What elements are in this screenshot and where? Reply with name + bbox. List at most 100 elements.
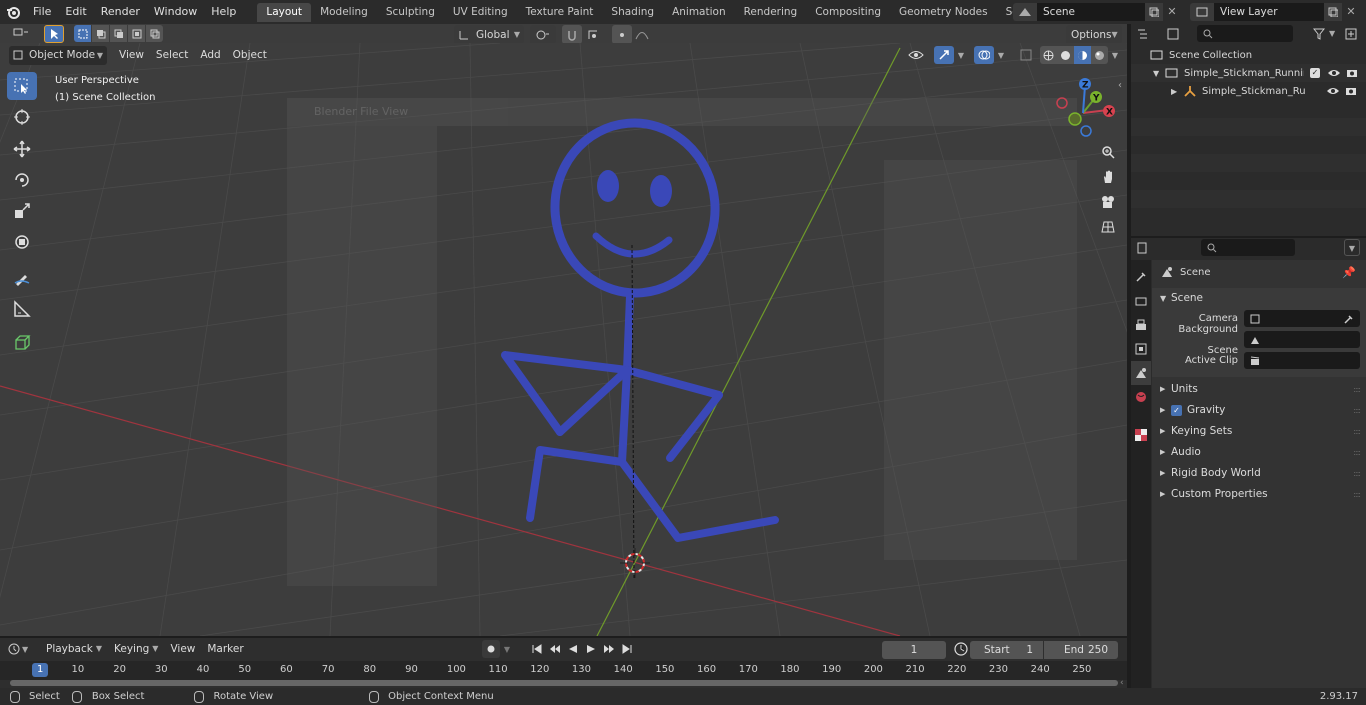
viewport-menu-select[interactable]: Select bbox=[150, 46, 194, 64]
tab-modeling[interactable]: Modeling bbox=[311, 3, 377, 22]
eye-icon[interactable] bbox=[1326, 86, 1340, 96]
chevron-down-icon[interactable]: ▼ bbox=[954, 51, 968, 60]
start-frame-field[interactable]: Start 1 bbox=[970, 641, 1043, 659]
timeline-editor-type-icon[interactable]: ▼ bbox=[8, 643, 36, 655]
gravity-checkbox[interactable]: ✓ bbox=[1171, 405, 1182, 416]
gravity-panel[interactable]: ▶ ✓ Gravity :::: bbox=[1152, 400, 1366, 421]
timeline-ruler[interactable]: 1 10 20 30 40 50 60 70 80 90 100 110 120 130 140 150 160… bbox=[0, 661, 1127, 680]
clock-icon[interactable] bbox=[954, 642, 968, 656]
gizmo-toggle-icon[interactable] bbox=[934, 46, 954, 64]
scene-copy-icon[interactable] bbox=[1145, 3, 1163, 21]
outliner-row[interactable]: ▼ Simple_Stickman_Running_Pc ✓ bbox=[1131, 64, 1366, 82]
shading-wireframe-icon[interactable] bbox=[1040, 46, 1057, 64]
tab-shading[interactable]: Shading bbox=[602, 3, 663, 22]
scene-name-field[interactable]: Scene bbox=[1037, 3, 1145, 21]
play-icon[interactable] bbox=[582, 640, 600, 658]
record-icon[interactable] bbox=[482, 640, 500, 658]
timeline-scrollbar[interactable] bbox=[10, 680, 1118, 686]
shading-solid-icon[interactable] bbox=[1057, 46, 1074, 64]
tab-view-layer-icon[interactable] bbox=[1131, 337, 1151, 361]
select-extend-icon[interactable] bbox=[92, 25, 109, 42]
drag-handle-icon[interactable]: :::: bbox=[1353, 379, 1361, 400]
scene-panel-header[interactable]: ▼ Scene bbox=[1152, 288, 1366, 308]
playback-dropdown[interactable]: Playback ▼ bbox=[40, 640, 108, 658]
tab-layout[interactable]: Layout bbox=[257, 3, 312, 22]
viewport-menu-object[interactable]: Object bbox=[227, 46, 273, 64]
current-frame-marker[interactable]: 1 bbox=[32, 663, 49, 677]
view-layer-icon[interactable] bbox=[1190, 3, 1214, 21]
tool-add-cube-icon[interactable] bbox=[7, 329, 37, 357]
tab-compositing[interactable]: Compositing bbox=[806, 3, 890, 22]
prev-keyframe-icon[interactable] bbox=[546, 640, 564, 658]
options-dropdown[interactable]: Options ▼ bbox=[1066, 25, 1122, 44]
expand-arrow-icon[interactable]: ▼ bbox=[1153, 69, 1165, 78]
pin-icon[interactable]: 📌 bbox=[1342, 266, 1356, 279]
tab-texture-icon[interactable] bbox=[1131, 423, 1151, 447]
tab-sculpting[interactable]: Sculpting bbox=[377, 3, 444, 22]
overlays-toggle-icon[interactable] bbox=[974, 46, 994, 64]
tool-select-box-icon[interactable] bbox=[7, 72, 37, 100]
outliner-editor-type-icon[interactable] bbox=[1137, 28, 1163, 40]
tab-scene-icon[interactable] bbox=[1131, 361, 1151, 385]
snap-target-icon[interactable] bbox=[582, 25, 604, 44]
drag-handle-icon[interactable]: :::: bbox=[1353, 400, 1361, 421]
editor-type-icon[interactable] bbox=[8, 25, 34, 43]
chevron-down-icon[interactable]: ▼ bbox=[1108, 51, 1122, 60]
menu-window[interactable]: Window bbox=[147, 0, 204, 24]
scene-icon[interactable] bbox=[1013, 3, 1037, 21]
tab-output-icon[interactable] bbox=[1131, 313, 1151, 337]
tool-transform-icon[interactable] bbox=[7, 228, 37, 256]
drag-handle-icon[interactable]: :::: bbox=[1353, 421, 1361, 442]
active-clip-field[interactable] bbox=[1244, 352, 1360, 369]
outliner-search-input[interactable] bbox=[1197, 25, 1293, 42]
filter-icon[interactable] bbox=[1313, 28, 1329, 40]
viewport-menu-view[interactable]: View bbox=[113, 46, 150, 64]
play-reverse-icon[interactable] bbox=[564, 640, 582, 658]
jump-start-icon[interactable] bbox=[528, 640, 546, 658]
proportional-edit-icon[interactable] bbox=[612, 25, 632, 44]
shading-rendered-icon[interactable] bbox=[1091, 46, 1108, 64]
chevron-down-icon[interactable]: ▼ bbox=[1344, 239, 1360, 256]
navigation-gizmo[interactable]: X Y Z bbox=[1050, 73, 1120, 143]
view-layer-copy-icon[interactable] bbox=[1324, 3, 1342, 21]
properties-editor-type-icon[interactable] bbox=[1137, 242, 1163, 254]
xray-toggle-icon[interactable] bbox=[1016, 46, 1036, 64]
end-frame-field[interactable]: End 250 bbox=[1044, 641, 1118, 659]
select-subtract-icon[interactable] bbox=[110, 25, 127, 42]
falloff-icon[interactable] bbox=[632, 25, 652, 44]
timeline-scrollbar-thumb[interactable] bbox=[10, 680, 1118, 686]
select-invert-icon[interactable] bbox=[128, 25, 145, 42]
pan-hand-icon[interactable] bbox=[1097, 166, 1119, 188]
display-mode-icon[interactable] bbox=[1167, 28, 1193, 40]
current-frame-field[interactable]: 1 bbox=[882, 641, 946, 659]
view-layer-field[interactable]: View Layer bbox=[1214, 3, 1324, 21]
custom-properties-panel[interactable]: ▶ Custom Properties :::: bbox=[1152, 484, 1366, 505]
select-new-icon[interactable] bbox=[74, 25, 91, 42]
camera-field[interactable] bbox=[1244, 310, 1360, 327]
chevron-down-icon[interactable]: ▼ bbox=[500, 645, 514, 654]
camera-icon[interactable] bbox=[1345, 86, 1357, 96]
perspective-toggle-icon[interactable] bbox=[1097, 216, 1119, 238]
units-panel[interactable]: ▶ Units :::: bbox=[1152, 379, 1366, 400]
tool-cursor-icon[interactable] bbox=[7, 103, 37, 131]
tab-uv-editing[interactable]: UV Editing bbox=[444, 3, 517, 22]
outliner-scene-collection[interactable]: Scene Collection bbox=[1131, 46, 1366, 64]
tool-rotate-icon[interactable] bbox=[7, 166, 37, 194]
keying-sets-panel[interactable]: ▶ Keying Sets :::: bbox=[1152, 421, 1366, 442]
eye-icon[interactable] bbox=[1327, 68, 1341, 78]
tab-geometry-nodes[interactable]: Geometry Nodes bbox=[890, 3, 997, 22]
chevron-down-icon[interactable]: ▼ bbox=[994, 51, 1008, 60]
viewport-menu-add[interactable]: Add bbox=[194, 46, 226, 64]
camera-icon[interactable] bbox=[1346, 68, 1358, 78]
menu-edit[interactable]: Edit bbox=[58, 0, 93, 24]
camera-view-icon[interactable] bbox=[1097, 191, 1119, 213]
drag-handle-icon[interactable]: :::: bbox=[1353, 442, 1361, 463]
tool-annotate-icon[interactable] bbox=[7, 264, 37, 292]
expand-arrow-icon[interactable]: ▶ bbox=[1171, 87, 1183, 96]
tool-scale-icon[interactable] bbox=[7, 197, 37, 225]
tab-rendering[interactable]: Rendering bbox=[735, 3, 807, 22]
sidebar-toggle-icon[interactable]: ‹ bbox=[1120, 678, 1124, 688]
timeline-menu-view[interactable]: View bbox=[164, 640, 201, 658]
drag-handle-icon[interactable]: :::: bbox=[1353, 463, 1361, 484]
scene-close-icon[interactable]: ✕ bbox=[1163, 3, 1181, 21]
